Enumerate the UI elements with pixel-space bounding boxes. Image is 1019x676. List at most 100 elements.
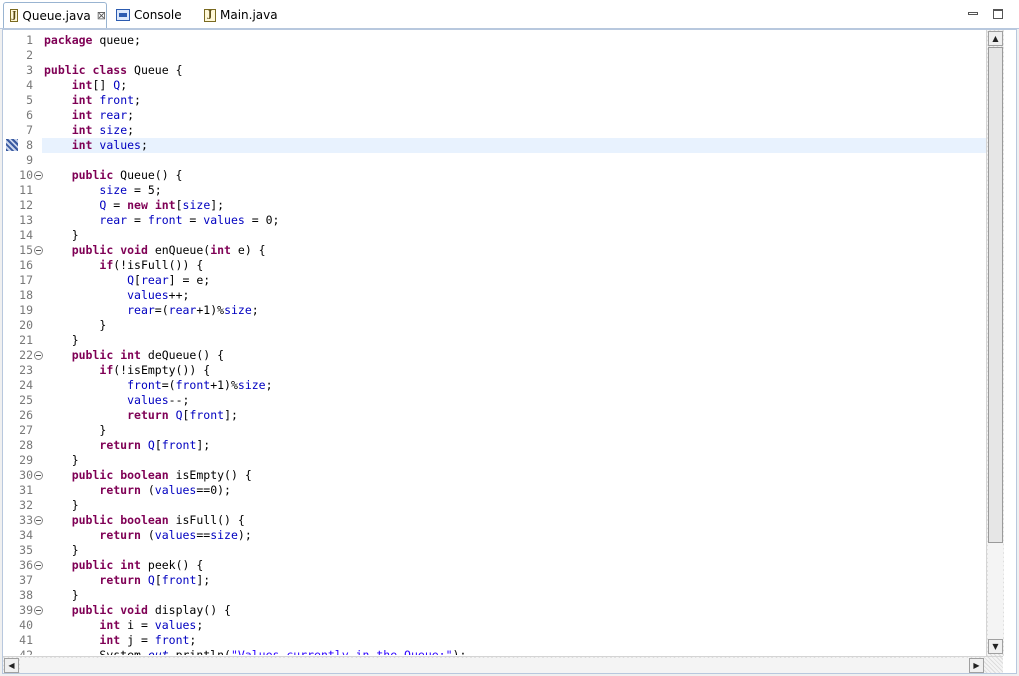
code-text[interactable]: rear = front = values = 0; [42, 213, 986, 228]
maximize-icon[interactable] [993, 9, 1003, 19]
code-line[interactable]: 10 public Queue() { [3, 168, 986, 183]
code-line[interactable]: 1 package queue; [3, 33, 986, 48]
scroll-right-button[interactable]: ▶ [969, 658, 984, 673]
code-line[interactable]: 31 return (values==0); [3, 483, 986, 498]
code-line[interactable]: 29 } [3, 453, 986, 468]
tab-console[interactable]: Console [114, 2, 198, 28]
code-line[interactable]: 23 if(!isEmpty()) { [3, 363, 986, 378]
code-line[interactable]: 2 [3, 48, 986, 63]
code-text[interactable]: int i = values; [42, 618, 986, 633]
code-text[interactable]: public void display() { [42, 603, 986, 618]
code-text[interactable]: } [42, 543, 986, 558]
code-line[interactable]: 8 int values; [3, 138, 986, 153]
code-text[interactable]: values++; [42, 288, 986, 303]
code-text[interactable]: return (values==size); [42, 528, 986, 543]
code-line[interactable]: 15 public void enQueue(int e) { [3, 243, 986, 258]
code-text[interactable]: rear=(rear+1)%size; [42, 303, 986, 318]
code-line[interactable]: 11 size = 5; [3, 183, 986, 198]
code-text[interactable]: if(!isEmpty()) { [42, 363, 986, 378]
code-line[interactable]: 33 public boolean isFull() { [3, 513, 986, 528]
code-text[interactable]: public int peek() { [42, 558, 986, 573]
code-text[interactable]: return Q[front]; [42, 438, 986, 453]
code-line[interactable]: 14 } [3, 228, 986, 243]
scroll-left-button[interactable]: ◀ [4, 658, 19, 673]
code-text[interactable]: int size; [42, 123, 986, 138]
code-text[interactable]: } [42, 228, 986, 243]
code-line[interactable]: 25 values--; [3, 393, 986, 408]
code-line[interactable]: 40 int i = values; [3, 618, 986, 633]
code-text[interactable]: System.out.println("Values currently in … [42, 648, 986, 655]
code-text[interactable]: return (values==0); [42, 483, 986, 498]
code-text[interactable]: values--; [42, 393, 986, 408]
code-text[interactable]: int[] Q; [42, 78, 986, 93]
code-line[interactable]: 42 System.out.println("Values currently … [3, 648, 986, 655]
code-text[interactable]: } [42, 498, 986, 513]
code-line[interactable]: 26 return Q[front]; [3, 408, 986, 423]
code-text[interactable]: public Queue() { [42, 168, 986, 183]
code-editor[interactable]: 1 package queue; 2 3 public class Queue {4 … [2, 29, 1017, 674]
code-line[interactable]: 5 int front; [3, 93, 986, 108]
code-line[interactable]: 13 rear = front = values = 0; [3, 213, 986, 228]
tab-queue-java[interactable]: J Queue.java ⊠ [3, 2, 107, 28]
code-line[interactable]: 30 public boolean isEmpty() { [3, 468, 986, 483]
code-line[interactable]: 4 int[] Q; [3, 78, 986, 93]
code-line[interactable]: 36 public int peek() { [3, 558, 986, 573]
code-text[interactable]: if(!isFull()) { [42, 258, 986, 273]
code-text[interactable]: front=(front+1)%size; [42, 378, 986, 393]
code-text[interactable]: public class Queue { [42, 63, 986, 78]
code-line[interactable]: 18 values++; [3, 288, 986, 303]
horizontal-scrollbar[interactable]: ◀ ▶ [3, 656, 1003, 673]
tab-main-java[interactable]: J Main.java [200, 2, 280, 28]
code-line[interactable]: 35 } [3, 543, 986, 558]
code-text[interactable]: public boolean isFull() { [42, 513, 986, 528]
code-line[interactable]: 19 rear=(rear+1)%size; [3, 303, 986, 318]
scroll-down-button[interactable]: ▼ [988, 639, 1003, 654]
code-line[interactable]: 12 Q = new int[size]; [3, 198, 986, 213]
code-line[interactable]: 24 front=(front+1)%size; [3, 378, 986, 393]
vertical-scroll-thumb[interactable] [988, 47, 1003, 543]
code-line[interactable]: 9 [3, 153, 986, 168]
code-text[interactable]: int front; [42, 93, 986, 108]
code-line[interactable]: 6 int rear; [3, 108, 986, 123]
code-line[interactable]: 27 } [3, 423, 986, 438]
code-line[interactable]: 22 public int deQueue() { [3, 348, 986, 363]
code-text[interactable] [42, 153, 986, 168]
code-text[interactable]: } [42, 318, 986, 333]
code-line[interactable]: 20 } [3, 318, 986, 333]
close-tab-icon[interactable]: ⊠ [97, 9, 106, 22]
code-text[interactable]: } [42, 453, 986, 468]
code-text[interactable]: return Q[front]; [42, 573, 986, 588]
code-area[interactable]: 1 package queue; 2 3 public class Queue {4 … [3, 30, 986, 655]
code-line[interactable]: 41 int j = front; [3, 633, 986, 648]
code-text[interactable]: } [42, 588, 986, 603]
code-text[interactable]: } [42, 423, 986, 438]
code-line[interactable]: 32 } [3, 498, 986, 513]
code-text[interactable]: int j = front; [42, 633, 986, 648]
code-line[interactable]: 17 Q[rear] = e; [3, 273, 986, 288]
code-line[interactable]: 34 return (values==size); [3, 528, 986, 543]
minimize-icon[interactable] [968, 12, 978, 15]
code-text[interactable]: public void enQueue(int e) { [42, 243, 986, 258]
code-text[interactable]: Q[rear] = e; [42, 273, 986, 288]
scroll-up-button[interactable]: ▲ [988, 31, 1003, 46]
vertical-scroll-track[interactable] [988, 543, 1003, 639]
code-text[interactable]: public int deQueue() { [42, 348, 986, 363]
code-text[interactable]: size = 5; [42, 183, 986, 198]
code-line[interactable]: 39 public void display() { [3, 603, 986, 618]
code-line[interactable]: 28 return Q[front]; [3, 438, 986, 453]
code-text[interactable]: int rear; [42, 108, 986, 123]
horizontal-scroll-thumb[interactable] [20, 658, 969, 673]
code-text[interactable]: Q = new int[size]; [42, 198, 986, 213]
code-line[interactable]: 3 public class Queue { [3, 63, 986, 78]
code-text[interactable]: package queue; [42, 33, 986, 48]
code-line[interactable]: 7 int size; [3, 123, 986, 138]
code-line[interactable]: 38 } [3, 588, 986, 603]
code-text[interactable]: int values; [42, 138, 986, 153]
code-line[interactable]: 16 if(!isFull()) { [3, 258, 986, 273]
code-text[interactable]: return Q[front]; [42, 408, 986, 423]
code-text[interactable] [42, 48, 986, 63]
code-text[interactable]: } [42, 333, 986, 348]
code-text[interactable]: public boolean isEmpty() { [42, 468, 986, 483]
vertical-scrollbar[interactable]: ▲ ▼ [986, 30, 1004, 656]
code-line[interactable]: 21 } [3, 333, 986, 348]
